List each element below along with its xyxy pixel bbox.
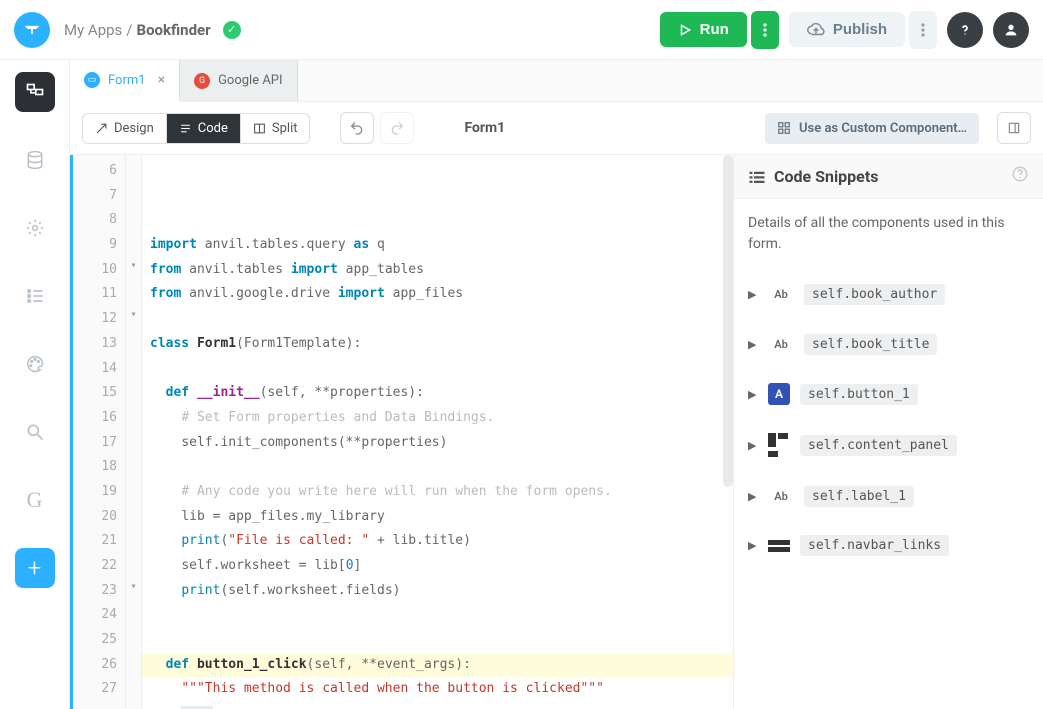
sidebar-google-icon[interactable]: G bbox=[15, 480, 55, 520]
snippet-item[interactable]: ▶Abself.book_title bbox=[734, 319, 1043, 369]
snippets-panel: Code Snippets Details of all the compone… bbox=[733, 155, 1043, 709]
breadcrumb-sep: / bbox=[126, 21, 132, 39]
sidebar-list-icon[interactable] bbox=[15, 276, 55, 316]
snippets-help-icon[interactable] bbox=[1011, 165, 1029, 188]
publish-more-button[interactable] bbox=[909, 11, 937, 49]
view-mode-group: Design Code Split bbox=[82, 113, 310, 144]
sidebar-app-browser[interactable] bbox=[15, 72, 55, 112]
design-mode-button[interactable]: Design bbox=[83, 114, 167, 143]
scrollbar[interactable] bbox=[723, 155, 733, 487]
tab-label: Google API bbox=[218, 73, 282, 88]
publish-button[interactable]: Publish bbox=[789, 12, 905, 47]
custom-component-button[interactable]: Use as Custom Component… bbox=[765, 113, 979, 144]
custom-component-label: Use as Custom Component… bbox=[799, 121, 967, 136]
left-sidebar: G + bbox=[0, 60, 70, 709]
code-editor[interactable]: 6789101112131415161718192021222324252627… bbox=[70, 155, 733, 709]
redo-button[interactable] bbox=[380, 112, 414, 144]
tab-form1[interactable]: ▭ Form1 × bbox=[70, 60, 180, 102]
design-label: Design bbox=[114, 121, 154, 136]
sidebar-theme-icon[interactable] bbox=[15, 344, 55, 384]
anvil-logo[interactable] bbox=[14, 12, 50, 48]
list-icon bbox=[748, 170, 766, 184]
code-mode-button[interactable]: Code bbox=[167, 114, 241, 143]
snippet-item[interactable]: ▶Abself.book_author bbox=[734, 269, 1043, 319]
tab-close-icon[interactable]: × bbox=[158, 72, 165, 88]
popout-button[interactable] bbox=[997, 112, 1031, 144]
split-mode-button[interactable]: Split bbox=[241, 114, 310, 143]
tabs: ▭ Form1 × G Google API bbox=[70, 60, 1043, 102]
breadcrumb-app[interactable]: Bookfinder bbox=[137, 21, 211, 39]
code-body[interactable]: import anvil.tables.query as qfrom anvil… bbox=[142, 155, 733, 709]
snippets-title: Code Snippets bbox=[774, 167, 1011, 186]
line-gutter: 6789101112131415161718192021222324252627 bbox=[70, 155, 126, 709]
tab-label: Form1 bbox=[108, 73, 146, 88]
snippet-item[interactable]: ▶self.content_panel bbox=[734, 419, 1043, 471]
snippet-item[interactable]: ▶Aself.button_1 bbox=[734, 369, 1043, 419]
account-button[interactable] bbox=[993, 12, 1029, 48]
run-button-label: Run bbox=[700, 21, 729, 38]
breadcrumb-root[interactable]: My Apps bbox=[64, 21, 122, 39]
tab-google-api[interactable]: G Google API bbox=[180, 60, 297, 101]
sidebar-settings-icon[interactable] bbox=[15, 208, 55, 248]
form-name: Form1 bbox=[464, 120, 505, 136]
snippets-list: ▶Abself.book_author▶Abself.book_title▶As… bbox=[734, 269, 1043, 709]
sidebar-add-button[interactable]: + bbox=[15, 548, 55, 588]
snippet-item[interactable]: ▶Abself.label_1 bbox=[734, 471, 1043, 521]
help-button[interactable] bbox=[947, 12, 983, 48]
google-icon: G bbox=[194, 73, 210, 89]
topbar: My Apps / Bookfinder ✓ Run Publish bbox=[0, 0, 1043, 60]
publish-button-label: Publish bbox=[833, 21, 887, 38]
snippet-item[interactable]: ▶self.navbar_links bbox=[734, 521, 1043, 570]
editor-toolbar: Design Code Split bbox=[70, 102, 1043, 155]
undo-button[interactable] bbox=[340, 112, 374, 144]
form-icon: ▭ bbox=[84, 72, 100, 88]
snippets-desc: Details of all the components used in th… bbox=[734, 199, 1043, 269]
run-more-button[interactable] bbox=[751, 11, 779, 49]
sidebar-search-icon[interactable] bbox=[15, 412, 55, 452]
fold-gutter[interactable]: ▾▾▾ bbox=[126, 155, 142, 709]
saved-check-icon: ✓ bbox=[223, 21, 241, 39]
split-label: Split bbox=[272, 121, 298, 136]
code-label: Code bbox=[198, 121, 228, 136]
run-button[interactable]: Run bbox=[660, 12, 747, 47]
sidebar-database-icon[interactable] bbox=[15, 140, 55, 180]
breadcrumb: My Apps / Bookfinder ✓ bbox=[64, 21, 241, 39]
